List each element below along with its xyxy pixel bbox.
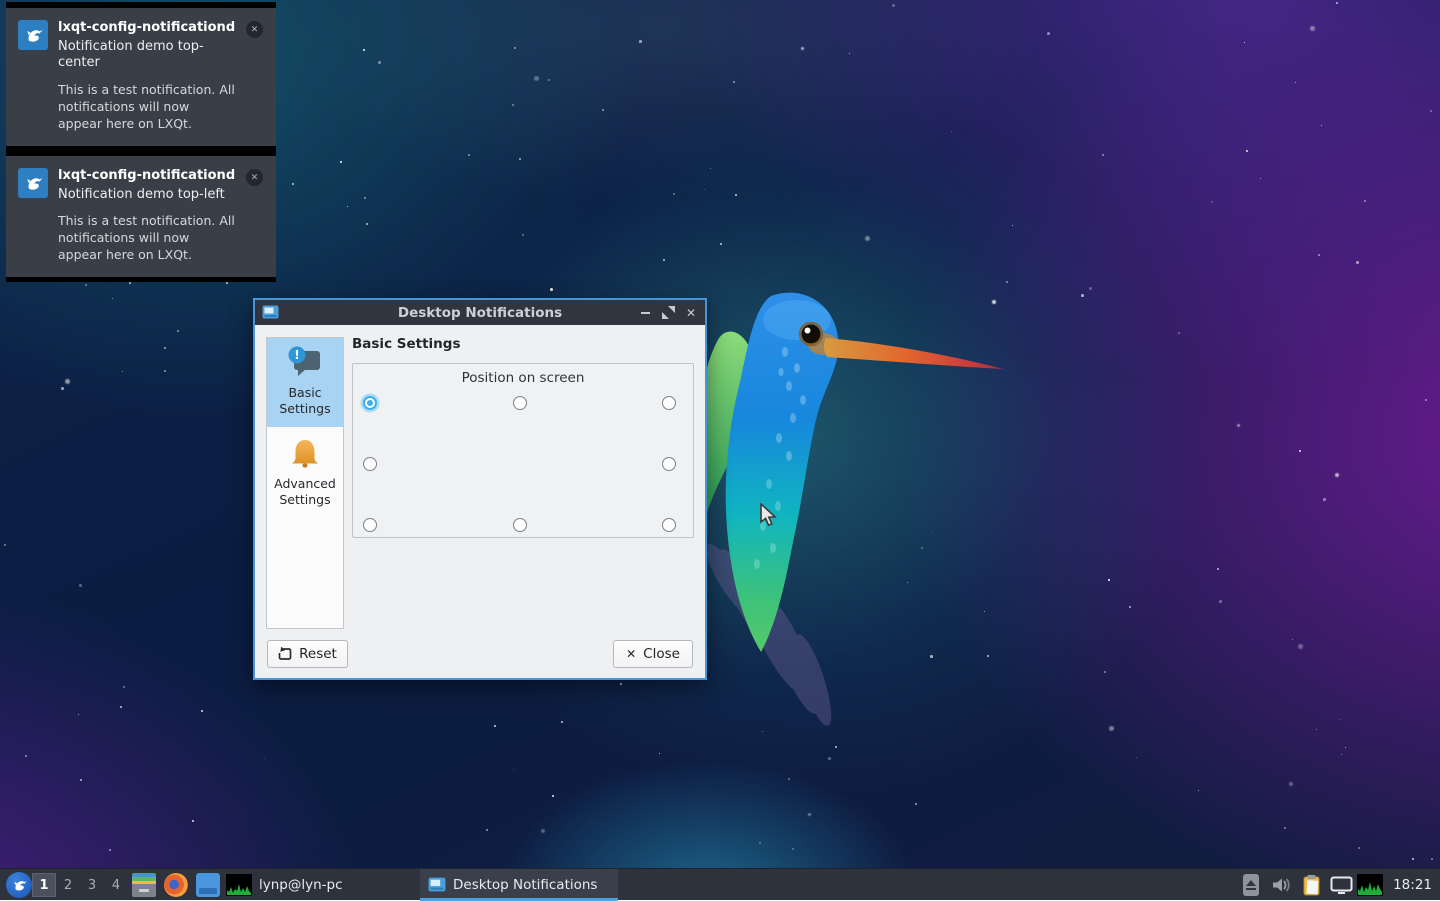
taskbar-task-desktop-notifications[interactable]: Desktop Notifications bbox=[420, 869, 618, 901]
taskbar-task-terminal[interactable]: lynp@lyn-pc bbox=[218, 869, 351, 901]
desktop-notifications-window: Desktop Notifications ✕ ! Basi bbox=[253, 298, 707, 680]
lxqt-bird-icon bbox=[22, 24, 44, 46]
groupbox-title: Position on screen bbox=[353, 370, 693, 386]
radio-position-middle-left[interactable] bbox=[363, 457, 377, 471]
notification-top-center[interactable]: lxqt-config-notificationd Notification d… bbox=[6, 2, 276, 151]
file-manager-icon[interactable] bbox=[132, 873, 156, 897]
lxqt-logo-icon bbox=[6, 872, 32, 898]
radio-position-bottom-left[interactable] bbox=[363, 518, 377, 532]
reset-button[interactable]: Reset bbox=[267, 640, 348, 668]
firefox-icon[interactable] bbox=[164, 873, 188, 897]
radio-position-bottom-center[interactable] bbox=[513, 518, 527, 532]
workspace-switcher: 1 2 3 4 bbox=[32, 873, 128, 897]
terminal-graph-icon bbox=[226, 874, 252, 896]
radio-position-top-right[interactable] bbox=[662, 396, 676, 410]
close-button-label: Close bbox=[643, 646, 680, 662]
cpu-monitor-icon[interactable] bbox=[1355, 874, 1385, 896]
lxqt-app-icon bbox=[18, 20, 48, 50]
start-menu-button[interactable] bbox=[5, 869, 33, 901]
sidebar-item-advanced-settings[interactable]: Advanced Settings bbox=[267, 427, 343, 518]
notification-body: This is a test notification. All notific… bbox=[58, 81, 236, 132]
position-on-screen-groupbox: Position on screen bbox=[352, 363, 694, 538]
sidebar-item-label: Basic Settings bbox=[269, 385, 341, 418]
reset-icon bbox=[278, 647, 292, 661]
reset-button-label: Reset bbox=[299, 646, 337, 662]
radio-position-bottom-right[interactable] bbox=[662, 518, 676, 532]
task-label: Desktop Notifications bbox=[453, 877, 597, 893]
notification-top-left[interactable]: lxqt-config-notificationd Notification d… bbox=[6, 150, 276, 282]
notification-app-name: lxqt-config-notificationd bbox=[58, 168, 236, 184]
notification-app-name: lxqt-config-notificationd bbox=[58, 20, 236, 36]
window-content: ! Basic Settings Advanced Settings Basic… bbox=[255, 325, 705, 678]
section-header: Basic Settings bbox=[352, 336, 461, 352]
notification-body: This is a test notification. All notific… bbox=[58, 212, 236, 263]
window-app-icon bbox=[428, 877, 446, 893]
minimize-icon[interactable] bbox=[638, 306, 652, 320]
radio-position-top-center[interactable] bbox=[513, 396, 527, 410]
sidebar-item-basic-settings[interactable]: ! Basic Settings bbox=[267, 338, 343, 427]
lxqt-bird-icon bbox=[22, 172, 44, 194]
system-tray: 18:21 bbox=[1237, 869, 1438, 901]
sidebar-item-label: Advanced Settings bbox=[269, 476, 341, 509]
volume-icon[interactable] bbox=[1265, 877, 1297, 893]
screen-tray-icon[interactable] bbox=[1327, 876, 1355, 895]
workspace-2[interactable]: 2 bbox=[56, 873, 80, 897]
notification-summary: Notification demo top-left bbox=[58, 187, 236, 204]
radio-position-top-left[interactable] bbox=[363, 396, 377, 410]
close-button-icon: ✕ bbox=[626, 647, 636, 661]
removable-media-icon[interactable] bbox=[1237, 874, 1265, 896]
task-label: lynp@lyn-pc bbox=[259, 877, 343, 893]
mouse-cursor bbox=[760, 503, 777, 527]
display-app-icon[interactable] bbox=[196, 873, 220, 897]
bell-icon bbox=[287, 435, 323, 471]
clipboard-icon[interactable] bbox=[1297, 874, 1327, 897]
restore-icon[interactable] bbox=[661, 306, 675, 320]
workspace-1[interactable]: 1 bbox=[32, 873, 56, 897]
close-window-icon[interactable]: ✕ bbox=[684, 306, 698, 320]
bird-beak bbox=[824, 338, 1003, 369]
settings-sidebar: ! Basic Settings Advanced Settings bbox=[266, 337, 344, 629]
bird-eye bbox=[802, 325, 821, 344]
window-titlebar[interactable]: Desktop Notifications ✕ bbox=[255, 300, 705, 325]
svg-text:!: ! bbox=[294, 348, 299, 362]
lxqt-app-icon bbox=[18, 168, 48, 198]
taskbar-panel: 1 2 3 4 lynp@lyn-pc Desktop Notification… bbox=[0, 868, 1440, 900]
workspace-3[interactable]: 3 bbox=[80, 873, 104, 897]
notification-close-icon[interactable]: ✕ bbox=[246, 169, 263, 186]
workspace-4[interactable]: 4 bbox=[104, 873, 128, 897]
clock[interactable]: 18:21 bbox=[1385, 877, 1438, 893]
notification-summary: Notification demo top-center bbox=[58, 39, 236, 73]
radio-position-middle-right[interactable] bbox=[662, 457, 676, 471]
notification-bubble-icon: ! bbox=[287, 346, 323, 380]
notification-close-icon[interactable]: ✕ bbox=[246, 21, 263, 38]
hummingbird-wallpaper-art bbox=[685, 280, 1015, 730]
close-button[interactable]: ✕ Close bbox=[613, 640, 693, 668]
quick-launch bbox=[132, 869, 220, 901]
